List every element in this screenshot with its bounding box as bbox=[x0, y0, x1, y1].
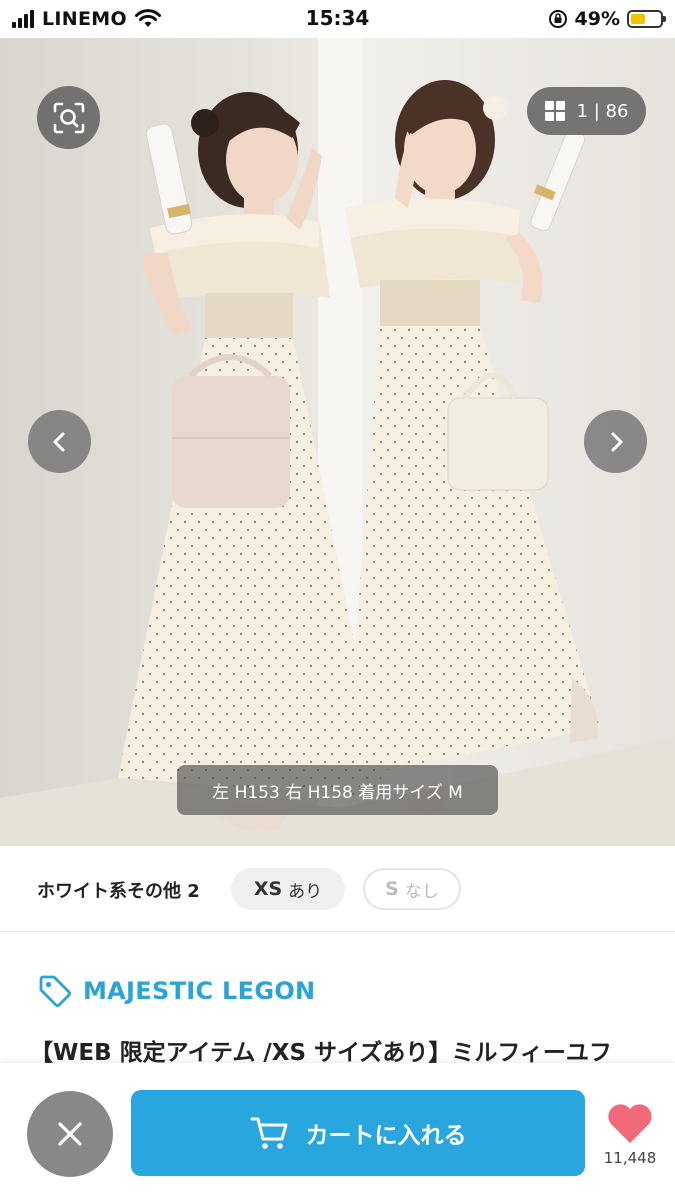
chevron-left-icon bbox=[53, 432, 64, 451]
product-photo bbox=[0, 38, 675, 846]
image-counter: 1 | 86 bbox=[576, 100, 629, 122]
rotation-lock-icon bbox=[548, 10, 567, 28]
size-label: XS bbox=[253, 878, 283, 900]
brand-link[interactable]: MAJESTIC LEGON bbox=[37, 972, 315, 1010]
image-caption: 左 H153 右 H158 着用サイズ M bbox=[177, 765, 498, 815]
image-counter-button[interactable]: 1 | 86 bbox=[527, 87, 646, 135]
color-name: ホワイト系その他 2 bbox=[37, 881, 200, 902]
image-search-icon bbox=[53, 102, 84, 133]
product-image-gallery[interactable]: 1 | 86 左 H153 右 H158 着用サイズ M bbox=[0, 38, 675, 846]
favorite-button[interactable]: 11,448 bbox=[598, 1101, 662, 1167]
size-option-s[interactable]: S なし bbox=[363, 868, 461, 910]
bottom-action-bar: カートに入れる 11,448 bbox=[0, 1063, 675, 1200]
chevron-right-icon bbox=[611, 432, 622, 451]
variant-selector: ホワイト系その他 2 XS あり S なし bbox=[0, 846, 675, 932]
image-search-button[interactable] bbox=[37, 86, 100, 149]
brand-name: MAJESTIC LEGON bbox=[83, 977, 316, 1005]
size-option-xs[interactable]: XS あり bbox=[231, 868, 345, 910]
battery-icon bbox=[627, 10, 666, 28]
stock-status: あり bbox=[288, 881, 323, 902]
next-image-button[interactable] bbox=[584, 410, 647, 473]
add-to-cart-label: カートに入れる bbox=[305, 1123, 467, 1149]
battery-percentage: 49% bbox=[574, 8, 620, 30]
tag-icon bbox=[39, 975, 72, 1008]
product-title: 【WEB 限定アイテム /XS サイズあり】ミルフィーユフ bbox=[30, 1040, 612, 1066]
status-bar: LINEMO 15:34 49% bbox=[0, 0, 675, 38]
grid-icon bbox=[544, 101, 565, 121]
previous-image-button[interactable] bbox=[28, 410, 91, 473]
add-to-cart-button[interactable]: カートに入れる bbox=[131, 1090, 585, 1176]
heart-icon bbox=[608, 1104, 652, 1143]
cart-icon bbox=[250, 1117, 287, 1149]
close-button[interactable] bbox=[27, 1091, 113, 1177]
size-label: S bbox=[385, 878, 399, 900]
stock-status: なし bbox=[404, 881, 439, 902]
close-icon bbox=[58, 1122, 82, 1146]
favorite-count: 11,448 bbox=[603, 1149, 657, 1167]
